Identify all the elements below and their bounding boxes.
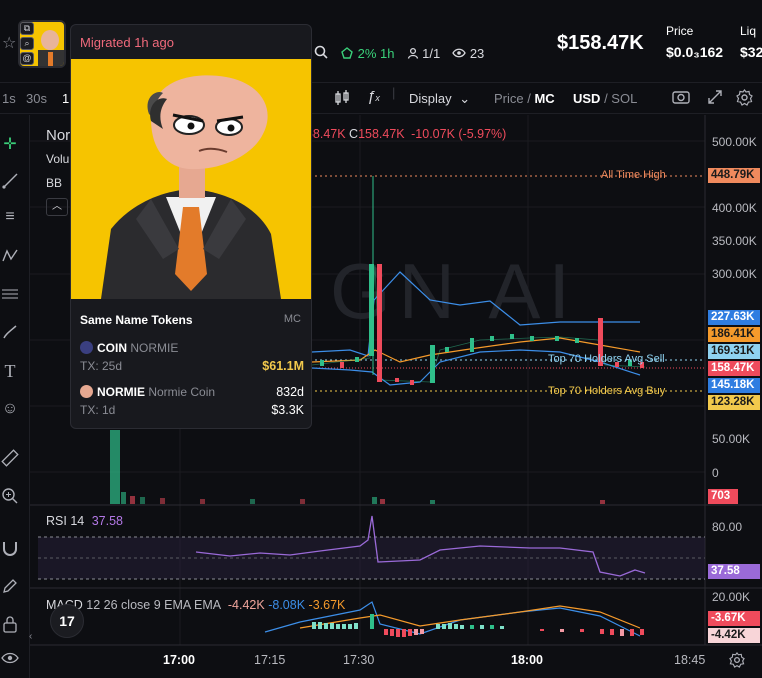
- token-name: NORMIE: [130, 341, 179, 355]
- macd-signal-badge: -3.67K: [708, 611, 760, 626]
- macd-value-3: -3.67K: [308, 598, 346, 612]
- tradingview-logo[interactable]: 17: [50, 604, 84, 638]
- macd-params: 12 26 close 9 EMA EMA: [86, 598, 221, 612]
- candle: [395, 378, 399, 382]
- x-axis-label: 17:00: [163, 653, 195, 667]
- normie-avatar: [80, 385, 93, 398]
- x-axis-label: 18:00: [511, 653, 543, 667]
- candle: [490, 336, 494, 341]
- token-image: [71, 59, 311, 299]
- avg-buy-badge: 123.28K: [708, 395, 760, 410]
- y-axis-label: 350.00K: [712, 234, 757, 248]
- same-name-heading: Same Name Tokens: [80, 313, 193, 327]
- same-name-mc-label: MC: [283, 313, 301, 325]
- y-axis-label: 50.00K: [712, 432, 751, 446]
- same-name-token-row[interactable]: NORMIE Normie Coin TX: 1d 832d $3.3K: [80, 385, 304, 417]
- bb-upper-badge: 227.63K: [708, 310, 760, 325]
- ohlc-change: -10.07K (-5.97%): [411, 127, 507, 141]
- token-hover-card: Migrated 1h ago Same Name Tokens MC COIN…: [70, 24, 312, 429]
- y-axis-label: 0: [712, 466, 719, 480]
- rsi-badge: 37.58: [708, 564, 760, 579]
- collapse-arrow-icon[interactable]: ‹: [29, 631, 32, 642]
- rsi-axis-label: 80.00: [712, 520, 743, 534]
- token-created: 832d: [276, 385, 304, 399]
- token-mc: $3.3K: [271, 403, 304, 417]
- rsi-period: 14: [70, 514, 85, 528]
- token-symbol: COIN: [97, 341, 127, 355]
- candle: [470, 338, 474, 352]
- x-axis-label: 17:15: [254, 653, 286, 667]
- volume-bars: [110, 430, 605, 504]
- last-price-badge: 158.47K: [708, 361, 760, 376]
- macd-axis-label: 20.00K: [712, 590, 751, 604]
- y-axis-label: 300.00K: [712, 267, 757, 281]
- candle: [530, 336, 534, 341]
- watermark: GN AI: [330, 247, 578, 335]
- candle: [377, 264, 382, 382]
- candle: [445, 347, 449, 352]
- gear-icon[interactable]: [729, 652, 745, 671]
- ath-annotation: All Time High: [601, 169, 666, 181]
- candle: [369, 264, 374, 356]
- candle: [340, 362, 344, 368]
- candle: [320, 360, 324, 366]
- ohlc-readout: L 158.47K C158.47K -10.07K (-5.97%): [289, 127, 506, 141]
- y-axis-label: 400.00K: [712, 201, 757, 215]
- macd-value-1: -4.42K: [227, 598, 265, 612]
- candle: [410, 380, 414, 385]
- rsi-value: 37.58: [91, 514, 123, 528]
- volume-label: Volu: [46, 152, 70, 166]
- rsi-legend: RSI 14 37.58: [46, 514, 123, 528]
- macd-hist-badge: -4.42K: [708, 628, 760, 643]
- x-axis-label: 18:45: [674, 653, 706, 667]
- token-symbol: NORMIE: [97, 385, 145, 399]
- avg-buy-annotation: Top 70 Holders Avg Buy: [548, 385, 666, 397]
- bb-basis-badge: 186.41K: [708, 327, 760, 342]
- avg-sell-annotation: Top 70 Holders Avg Sell: [548, 353, 665, 365]
- rsi-name: RSI: [46, 514, 67, 528]
- avg-sell-badge: 169.31K: [708, 344, 760, 359]
- y-axis-label: 500.00K: [712, 135, 757, 149]
- candle: [355, 357, 359, 362]
- token-mc: $61.1M: [262, 359, 304, 373]
- collapse-indicators-button[interactable]: ︿: [46, 198, 68, 216]
- x-axis-label: 17:30: [343, 653, 375, 667]
- coin-avatar: [80, 341, 93, 354]
- macd-value-2: -8.08K: [268, 598, 306, 612]
- ohlc-close: 158.47K: [358, 127, 405, 141]
- same-name-token-row[interactable]: COIN NORMIE TX: 25d $61.1M: [80, 341, 304, 373]
- candle: [430, 345, 435, 383]
- bb-label: BB: [46, 176, 63, 190]
- ohlc-c-key: C: [349, 127, 359, 141]
- volume-badge: 703: [708, 489, 738, 504]
- ath-badge: 448.79K: [708, 168, 760, 183]
- candle: [510, 334, 514, 339]
- candle: [555, 336, 559, 341]
- candle: [575, 338, 579, 343]
- bb-lower-badge: 145.18K: [708, 378, 760, 393]
- token-name: Normie Coin: [148, 385, 216, 399]
- macd-legend: MACD 12 26 close 9 EMA EMA -4.42K -8.08K…: [46, 598, 345, 612]
- popup-title: Migrated 1h ago: [80, 35, 174, 50]
